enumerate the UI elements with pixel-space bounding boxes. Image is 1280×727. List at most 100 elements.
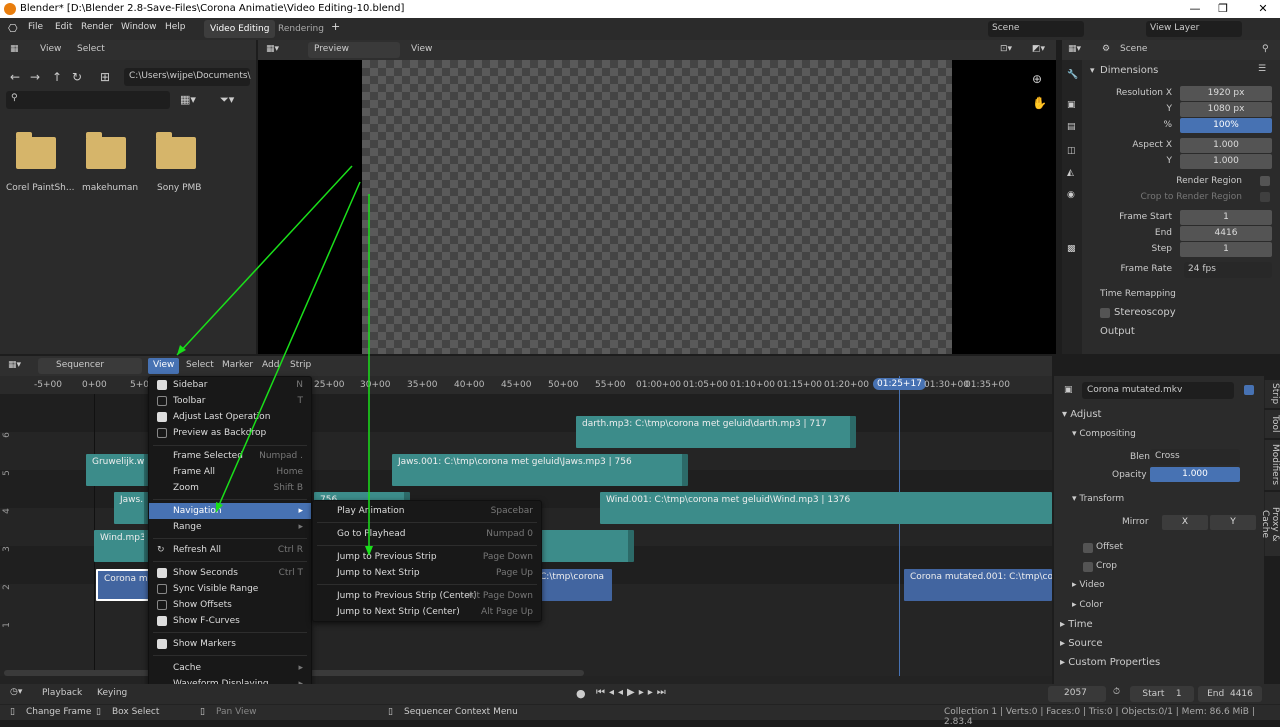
record-icon[interactable]: ● xyxy=(576,687,586,700)
close-icon[interactable]: ✕ xyxy=(1246,0,1280,18)
view-layer-selector[interactable]: View Layer xyxy=(1146,21,1242,37)
seq-menu-marker[interactable]: Marker xyxy=(222,360,253,370)
start-frame-field[interactable]: Start 1 xyxy=(1130,686,1194,702)
editor-type-icon[interactable]: ▦ xyxy=(10,44,19,54)
strip-corona-selected[interactable]: Corona m xyxy=(96,569,150,601)
frame-rate-dropdown[interactable]: 24 fps xyxy=(1184,262,1272,278)
folder-item[interactable] xyxy=(86,132,126,169)
editor-type-icon[interactable]: ▦▾ xyxy=(1068,44,1081,54)
seq-menu-select[interactable]: Select xyxy=(186,360,214,370)
section-output[interactable]: Output xyxy=(1100,326,1135,337)
menu-item-navigation[interactable]: Navigation ▸ xyxy=(149,503,311,519)
refresh-icon[interactable]: ↻ xyxy=(72,70,82,84)
seq-menu-strip[interactable]: Strip xyxy=(290,360,311,370)
menu-edit[interactable]: Edit xyxy=(55,22,72,32)
menu-item-jump-next-strip[interactable]: Jump to Next Strip Page Up xyxy=(313,565,541,581)
menu-item-show-offsets[interactable]: Show Offsets xyxy=(149,597,311,613)
menu-item-jump-previous-strip[interactable]: Jump to Previous Strip Page Down xyxy=(313,549,541,565)
filter-icon[interactable]: ⏷▾ xyxy=(220,93,234,107)
menu-item-go-to-playhead[interactable]: Go to Playhead Numpad 0 xyxy=(313,526,541,542)
overlay-icon[interactable]: ⊡▾ xyxy=(1000,44,1012,54)
render-tab-icon[interactable]: ▣ xyxy=(1067,100,1076,110)
clock-icon[interactable]: ⏱ xyxy=(1113,687,1120,697)
menu-render[interactable]: Render xyxy=(81,22,113,32)
menu-item-frame-all[interactable]: Frame All Home xyxy=(149,464,311,480)
add-workspace-icon[interactable]: + xyxy=(331,20,340,33)
menu-item-toolbar[interactable]: Toolbar T xyxy=(149,393,311,409)
end-frame-field[interactable]: End 4416 xyxy=(1198,686,1262,702)
menu-item-jump-next-strip-center[interactable]: Jump to Next Strip (Center) Alt Page Up xyxy=(313,604,541,620)
menu-item-range[interactable]: Range ▸ xyxy=(149,519,311,535)
menu-help[interactable]: Help xyxy=(165,22,186,32)
frame-step-field[interactable]: 1 xyxy=(1180,242,1272,257)
playback-menu[interactable]: Playback xyxy=(42,688,82,698)
section-adjust[interactable]: ▾ Adjust xyxy=(1062,409,1101,420)
menu-item-cache[interactable]: Cache ▸ xyxy=(149,660,311,676)
fb-menu-view[interactable]: View xyxy=(40,44,61,54)
resolution-x-field[interactable]: 1920 px xyxy=(1180,86,1272,101)
sidebar-tab-proxy-cache[interactable]: Proxy & Cache xyxy=(1260,492,1280,556)
opacity-field[interactable]: 1.000 xyxy=(1150,467,1240,482)
subsection-transform[interactable]: ▾ Transform xyxy=(1072,494,1124,504)
strip-wind[interactable]: Wind.mp3 xyxy=(94,530,150,562)
zoom-icon[interactable]: ⊕ xyxy=(1032,72,1042,86)
subsection-video[interactable]: ▸ Video xyxy=(1072,580,1105,590)
subsection-time-remapping[interactable]: Time Remapping xyxy=(1100,289,1176,299)
section-source[interactable]: ▸ Source xyxy=(1060,638,1103,649)
keying-menu[interactable]: Keying xyxy=(97,688,127,698)
tool-tab-icon[interactable]: 🔧 xyxy=(1067,70,1078,80)
mirror-x-toggle[interactable]: X xyxy=(1162,515,1208,530)
path-field[interactable]: C:\Users\wijpe\Documents\ xyxy=(124,68,251,86)
menu-item-zoom[interactable]: Zoom Shift B xyxy=(149,480,311,496)
section-time[interactable]: ▸ Time xyxy=(1060,619,1093,630)
strip-darth[interactable]: darth.mp3: C:\tmp\corona met geluid\dart… xyxy=(576,416,856,448)
strip-jaws-001[interactable]: Jaws.001: C:\tmp\corona met geluid\Jaws.… xyxy=(392,454,688,486)
collapse-chevron-icon[interactable]: ▾ xyxy=(1090,66,1095,76)
folder-item[interactable] xyxy=(156,132,196,169)
render-region-checkbox[interactable] xyxy=(1260,176,1270,186)
editor-type-icon[interactable]: ◷▾ xyxy=(10,687,22,697)
menu-item-frame-selected[interactable]: Frame Selected Numpad . xyxy=(149,448,311,464)
output-tab-icon[interactable]: ▤ xyxy=(1067,122,1076,132)
stereoscopy-checkbox[interactable] xyxy=(1100,308,1110,318)
new-folder-icon[interactable]: ⊞ xyxy=(100,70,110,84)
playback-controls-icon[interactable]: ⏮◂◂▶▸▸⏭ xyxy=(596,687,670,698)
subsection-color[interactable]: ▸ Color xyxy=(1072,600,1103,610)
resolution-y-field[interactable]: 1080 px xyxy=(1180,102,1272,117)
menu-window[interactable]: Window xyxy=(121,22,157,32)
subsection-offset[interactable]: Offset xyxy=(1096,542,1123,552)
crop-checkbox[interactable] xyxy=(1083,562,1093,572)
blend-dropdown[interactable]: Cross xyxy=(1150,449,1240,465)
menu-file[interactable]: File xyxy=(28,22,43,32)
sidebar-tab-strip[interactable]: Strip xyxy=(1264,380,1280,408)
section-dimensions[interactable]: Dimensions xyxy=(1100,65,1158,76)
back-icon[interactable]: ← xyxy=(10,70,20,84)
frame-start-field[interactable]: 1 xyxy=(1180,210,1272,225)
menu-item-refresh-all[interactable]: ↻ Refresh All Ctrl R xyxy=(149,542,311,558)
offset-checkbox[interactable] xyxy=(1083,543,1093,553)
editor-type-icon[interactable]: ▦▾ xyxy=(266,44,279,54)
display-mode-icon[interactable]: ▦▾ xyxy=(180,93,196,106)
playhead-frame-label[interactable]: 01:25+17 xyxy=(873,378,926,390)
strip-jaws[interactable]: Jaws. xyxy=(114,492,150,524)
view-layer-tab-icon[interactable]: ◫ xyxy=(1067,146,1076,156)
strip-gruwelijk[interactable]: Gruwelijk.wa xyxy=(86,454,150,486)
subsection-crop[interactable]: Crop xyxy=(1096,561,1117,571)
world-tab-icon[interactable]: ◉ xyxy=(1067,190,1075,200)
menu-item-sync-visible-range[interactable]: Sync Visible Range xyxy=(149,581,311,597)
seq-menu-view[interactable]: View xyxy=(148,358,180,374)
menu-item-play-animation[interactable]: Play Animation Spacebar xyxy=(313,503,541,519)
pan-hand-icon[interactable]: ✋ xyxy=(1032,96,1047,110)
parent-dir-icon[interactable]: ↑ xyxy=(52,70,62,84)
folder-item[interactable] xyxy=(16,132,56,169)
seq-menu-add[interactable]: Add xyxy=(262,360,279,370)
maximize-icon[interactable]: ❐ xyxy=(1206,0,1240,18)
menu-item-show-seconds[interactable]: Show Seconds Ctrl T xyxy=(149,565,311,581)
preview-menu-view[interactable]: View xyxy=(411,44,432,54)
menu-item-show-markers[interactable]: Show Markers xyxy=(149,636,311,652)
menu-item-show-f-curves[interactable]: Show F-Curves xyxy=(149,613,311,629)
gizmo-icon[interactable]: ◩▾ xyxy=(1032,44,1045,54)
strip-mute-checkbox[interactable] xyxy=(1244,385,1254,395)
preset-list-icon[interactable]: ☰ xyxy=(1258,64,1266,74)
scene-tab-icon[interactable]: ◭ xyxy=(1067,168,1074,178)
